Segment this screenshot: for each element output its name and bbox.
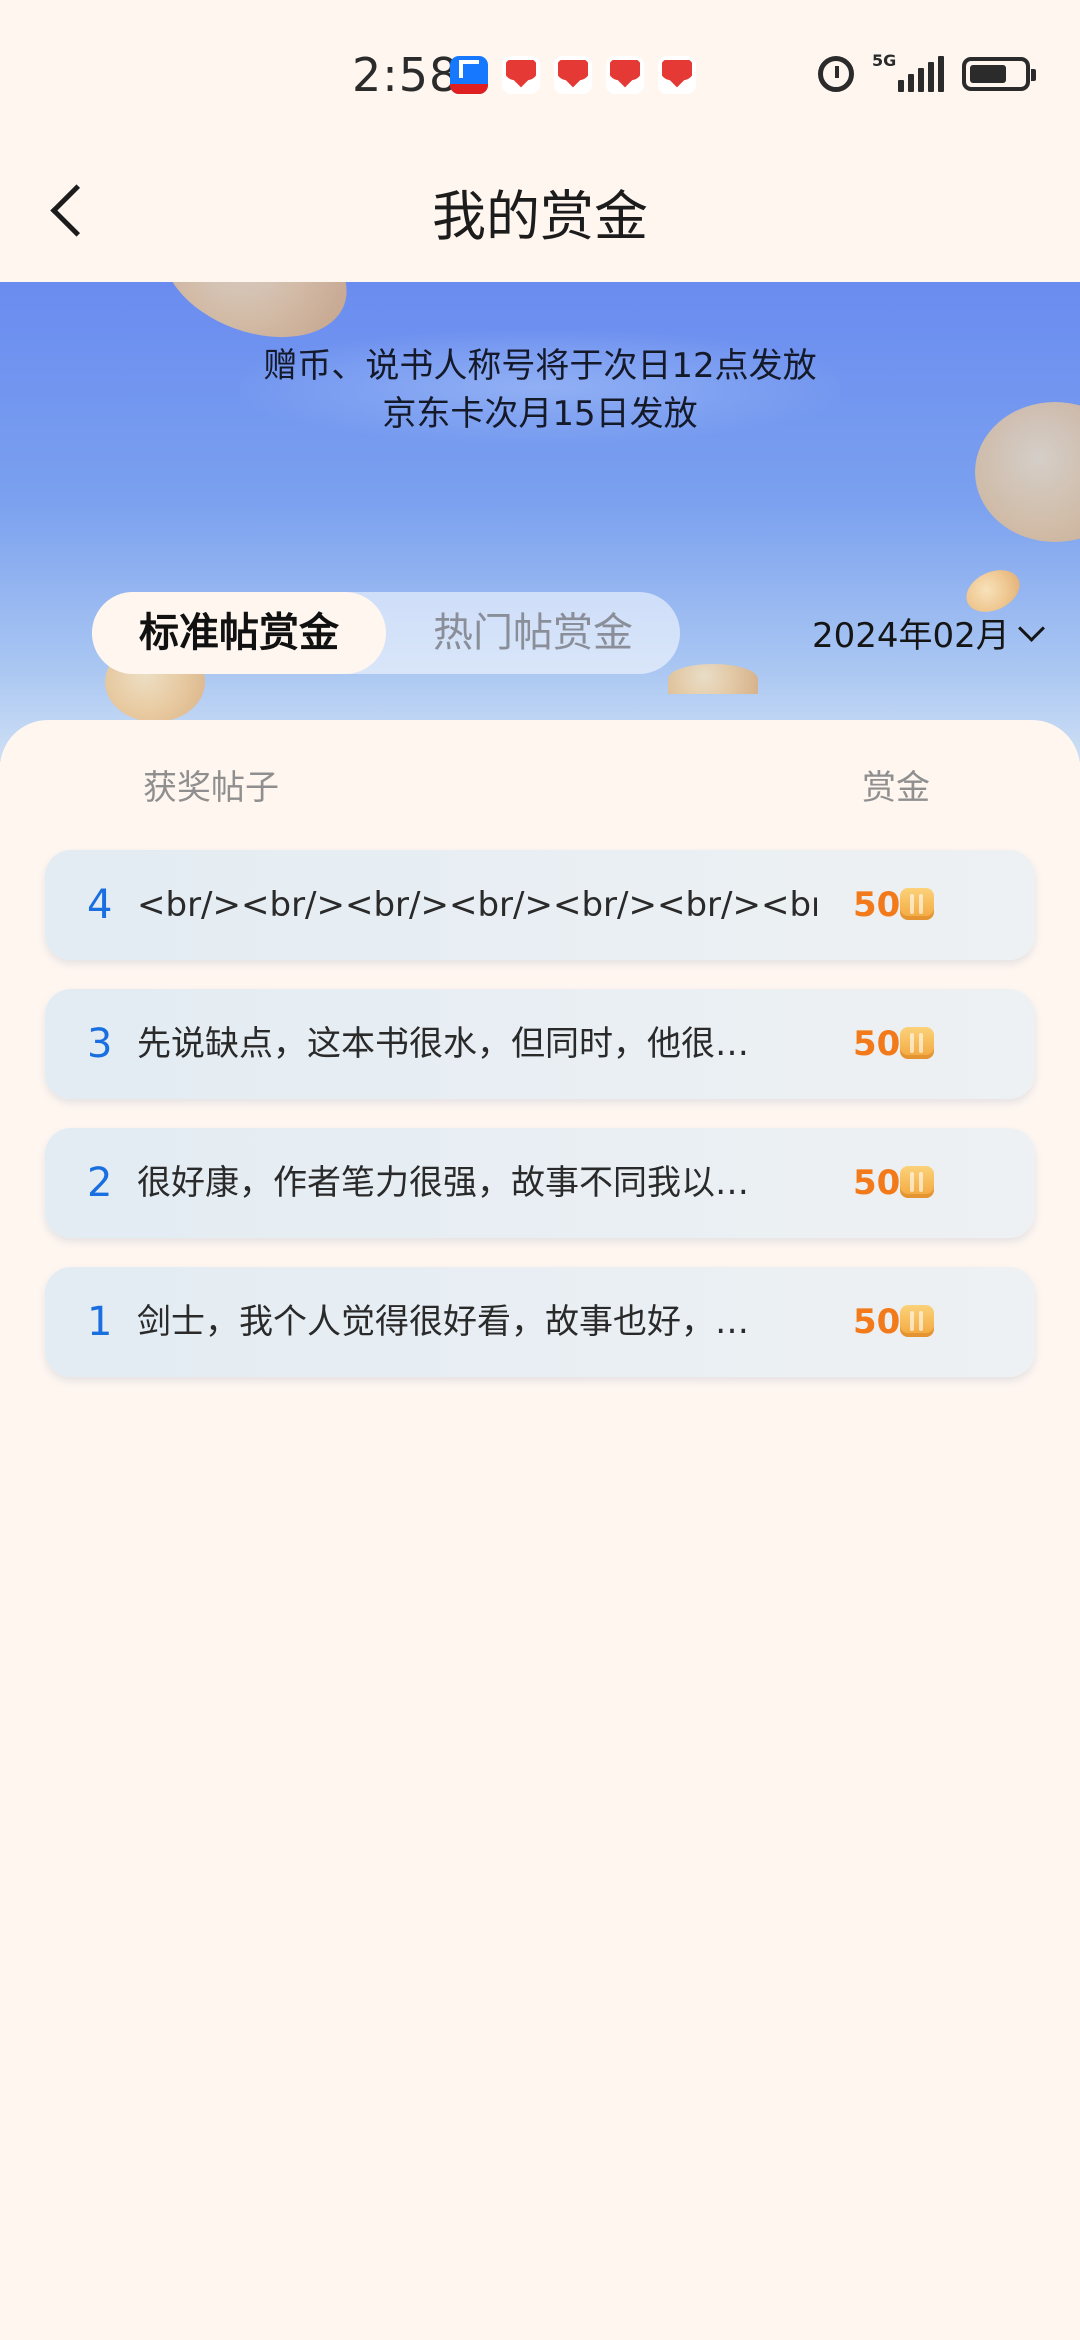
coin-icon — [900, 1166, 934, 1198]
heart-app-icon — [554, 56, 592, 94]
month-selector[interactable]: 2024年02月 — [812, 608, 1045, 657]
rank-number: 1 — [87, 1299, 113, 1345]
battery-icon — [962, 57, 1036, 91]
system-status: 5G — [818, 52, 1036, 92]
reward-amount: 50 — [853, 1024, 901, 1064]
notice-line-1: 赠币、说书人称号将于次日12点发放 — [263, 346, 817, 386]
network-type: 5G — [872, 51, 897, 70]
signal-icon: 5G — [872, 52, 944, 92]
rank-number: 3 — [87, 1021, 113, 1067]
tab-group: 标准帖赏金 热门帖赏金 — [92, 592, 680, 674]
rank-number: 2 — [87, 1160, 113, 1206]
heart-app-icon — [658, 56, 696, 94]
reward-amount: 50 — [853, 1302, 901, 1342]
status-time: 2:58 — [352, 48, 460, 102]
post-title: 先说缺点，这本书很水，但同时，他很… — [137, 1024, 749, 1064]
chevron-down-icon — [1017, 615, 1045, 642]
month-value: 2024年02月 — [812, 616, 1010, 656]
page-title: 我的赏金 — [432, 185, 648, 248]
column-header-post: 获奖帖子 — [143, 768, 279, 808]
heart-app-icon — [606, 56, 644, 94]
alarm-icon — [818, 56, 854, 92]
coin-icon — [900, 1027, 934, 1059]
coin-decoration — [668, 664, 758, 694]
post-title: 剑士，我个人觉得很好看，故事也好，… — [137, 1302, 749, 1342]
reward-row[interactable]: 2 很好康，作者笔力很强，故事不同我以… 50 — [45, 1128, 1035, 1238]
heart-app-icon — [502, 56, 540, 94]
post-title: <br/><br/><br/><br/><br/><br/><br/>… — [137, 885, 817, 925]
reward-amount: 50 — [853, 1163, 901, 1203]
tab-standard-bounty[interactable]: 标准帖赏金 — [92, 592, 386, 674]
coin-icon — [900, 888, 934, 920]
alipay-icon — [450, 56, 488, 94]
reward-list-panel — [0, 720, 1080, 2340]
reward-row[interactable]: 1 剑士，我个人觉得很好看，故事也好，… 50 — [45, 1267, 1035, 1377]
rank-number: 4 — [87, 882, 113, 928]
tab-hot-bounty[interactable]: 热门帖赏金 — [386, 592, 680, 674]
reward-row[interactable]: 3 先说缺点，这本书很水，但同时，他很… 50 — [45, 989, 1035, 1099]
coin-icon — [900, 1305, 934, 1337]
status-bar: 2:58 5G — [0, 0, 1080, 150]
notification-icons — [450, 56, 696, 94]
column-header-reward: 赏金 — [862, 768, 930, 808]
reward-row[interactable]: 4 <br/><br/><br/><br/><br/><br/><br/>… 5… — [45, 850, 1035, 960]
post-title: 很好康，作者笔力很强，故事不同我以… — [137, 1163, 749, 1203]
reward-amount: 50 — [853, 885, 901, 925]
hero-banner: 赠币、说书人称号将于次日12点发放 京东卡次月15日发放 — [0, 282, 1080, 762]
notice-line-2: 京东卡次月15日发放 — [382, 394, 698, 434]
